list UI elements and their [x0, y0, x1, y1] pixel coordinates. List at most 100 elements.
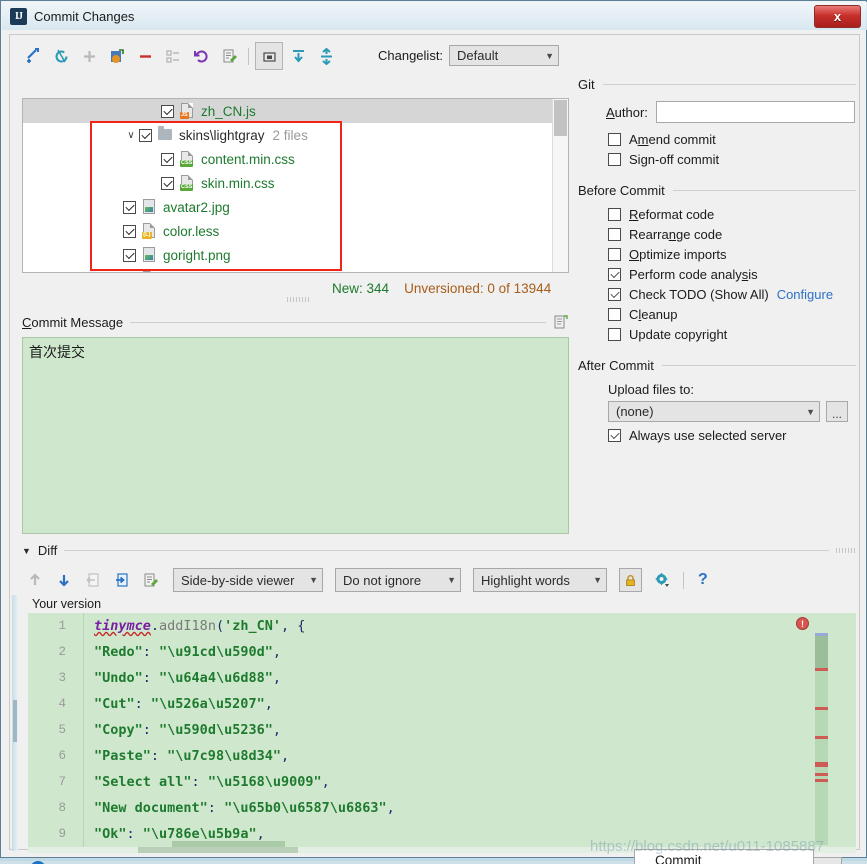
show-diff-icon[interactable] [216, 43, 242, 69]
update-copyright-checkbox[interactable] [608, 328, 621, 341]
changed-files-tree[interactable]: JS zh_CN.js ∨ skins\lightgray 2 files CSS cont… [22, 98, 569, 273]
file-checkbox[interactable] [161, 104, 174, 118]
file-checkbox[interactable] [123, 200, 136, 214]
rearrange-code-row[interactable]: Rearrange code [608, 227, 856, 242]
signoff-commit-checkbox[interactable] [608, 153, 621, 166]
refresh-changes-icon[interactable] [20, 43, 46, 69]
stripe-marker[interactable] [815, 779, 828, 782]
diff-grip[interactable] [836, 548, 856, 553]
file-name: skin.min.css [201, 175, 275, 191]
tree-row[interactable]: goright.png [23, 243, 568, 267]
browse-servers-button[interactable]: ... [826, 401, 848, 422]
group-by-directory-icon[interactable] [255, 42, 283, 70]
reformat-code-checkbox[interactable] [608, 208, 621, 221]
file-checkbox[interactable] [139, 128, 152, 142]
optimize-imports-row[interactable]: Optimize imports [608, 247, 856, 262]
accept-right-icon[interactable] [109, 567, 135, 593]
stripe-marker[interactable] [815, 668, 828, 671]
always-use-server-label: Always use selected server [629, 428, 787, 443]
reformat-code-row[interactable]: Reformat code [608, 207, 856, 222]
expand-all-icon[interactable] [285, 43, 311, 69]
signoff-commit-row[interactable]: Sign-off commit [608, 152, 856, 167]
code-line[interactable]: "Copy": "\u590d\u5236", [94, 717, 395, 743]
close-icon[interactable]: x [814, 5, 861, 28]
code-content[interactable]: tinymce.addI18n('zh_CN', {"Redo": "\u91c… [94, 613, 395, 847]
author-input[interactable] [655, 101, 855, 123]
stripe-marker[interactable] [815, 633, 828, 636]
perform-code-analysis-checkbox[interactable] [608, 268, 621, 281]
splitter-grip[interactable] [287, 297, 309, 302]
tree-scrollbar-thumb[interactable] [554, 100, 567, 136]
stripe-marker[interactable] [815, 773, 828, 776]
rearrange-code-checkbox[interactable] [608, 228, 621, 241]
collapse-all-icon[interactable] [313, 43, 339, 69]
code-line[interactable]: "New document": "\u65b0\u6587\u6863", [94, 795, 395, 821]
tree-row[interactable]: avatar2.jpg [23, 195, 568, 219]
tree-row[interactable]: CSS content.min.css [23, 147, 568, 171]
update-copyright-row[interactable]: Update copyright [608, 327, 856, 342]
left-splitter[interactable] [12, 595, 18, 851]
tree-vertical-scrollbar[interactable] [552, 99, 568, 272]
code-line[interactable]: "Redo": "\u91cd\u590d", [94, 639, 395, 665]
check-todo-row[interactable]: Check TODO (Show All) Configure [608, 287, 856, 302]
accept-left-icon [80, 567, 106, 593]
code-line[interactable]: "Select all": "\u5168\u9009", [94, 769, 395, 795]
code-line[interactable]: "Cut": "\u526a\u5207", [94, 691, 395, 717]
tree-row[interactable]: {L} color.less [23, 219, 568, 243]
revert-icon[interactable] [188, 43, 214, 69]
move-to-changelist-icon[interactable] [104, 43, 130, 69]
error-stripe-marker-track[interactable] [815, 633, 828, 845]
tree-row[interactable]: index.html [23, 267, 568, 274]
diff-code-pane[interactable]: 123456789 tinymce.addI18n('zh_CN', {"Red… [28, 613, 856, 847]
diff-viewer-select[interactable]: Side-by-side viewer ▼ [173, 568, 323, 592]
file-checkbox[interactable] [123, 248, 136, 262]
cleanup-row[interactable]: Cleanup [608, 307, 856, 322]
expand-chevron-icon[interactable]: ∨ [123, 130, 139, 141]
always-use-server-checkbox[interactable] [608, 429, 621, 442]
next-difference-icon[interactable] [51, 567, 77, 593]
changelist-select[interactable]: Default ▼ [449, 45, 560, 66]
error-count-badge[interactable]: ! [796, 617, 809, 630]
delete-changelist-icon[interactable] [132, 43, 158, 69]
optimize-imports-checkbox[interactable] [608, 248, 621, 261]
message-history-icon[interactable] [553, 314, 569, 330]
code-hscrollbar-thumb[interactable] [138, 847, 298, 853]
lock-icon[interactable] [619, 568, 642, 592]
code-line[interactable]: "Undo": "\u64a4\u6d88", [94, 665, 395, 691]
tree-row[interactable]: JS zh_CN.js [23, 99, 568, 123]
stripe-marker[interactable] [815, 762, 828, 767]
code-token: , [264, 696, 273, 712]
upload-server-select[interactable]: (none) ▼ [608, 401, 820, 422]
amend-commit-checkbox[interactable] [608, 133, 621, 146]
file-checkbox[interactable] [161, 176, 174, 190]
gear-icon[interactable] [649, 567, 675, 593]
file-checkbox[interactable] [123, 224, 136, 238]
rollback-icon[interactable] [48, 43, 74, 69]
code-token: "\u5168\u9009" [207, 774, 322, 790]
unversioned-count-label: Unversioned: [404, 281, 484, 296]
commit-changes-window: IJ Commit Changes x Changelist: Default … [0, 0, 867, 864]
check-todo-checkbox[interactable] [608, 288, 621, 301]
stripe-marker[interactable] [815, 736, 828, 739]
help-icon[interactable]: ? [698, 571, 708, 589]
amend-commit-row[interactable]: Amend commit [608, 132, 856, 147]
perform-code-analysis-label: Perform code analysis [629, 267, 758, 282]
collapse-triangle-icon[interactable]: ▼ [22, 546, 31, 556]
file-checkbox[interactable] [161, 152, 174, 166]
edit-source-icon[interactable] [138, 567, 164, 593]
code-line[interactable]: "Paste": "\u7c98\u8d34", [94, 743, 395, 769]
file-checkbox[interactable] [123, 273, 136, 274]
stripe-marker[interactable] [815, 707, 828, 710]
configure-todo-link[interactable]: Configure [777, 287, 833, 302]
perform-code-analysis-row[interactable]: Perform code analysis [608, 267, 856, 282]
image-file-icon [142, 199, 157, 215]
diff-highlight-select[interactable]: Highlight words ▼ [473, 568, 607, 592]
cleanup-checkbox[interactable] [608, 308, 621, 321]
diff-ignore-select[interactable]: Do not ignore ▼ [335, 568, 461, 592]
diff-section-header[interactable]: ▼ Diff [22, 543, 856, 558]
tree-row[interactable]: CSS skin.min.css [23, 171, 568, 195]
always-use-server-row[interactable]: Always use selected server [608, 428, 856, 443]
tree-row[interactable]: ∨ skins\lightgray 2 files [23, 123, 568, 147]
commit-message-input[interactable]: 首次提交 [22, 337, 569, 534]
code-line[interactable]: tinymce.addI18n('zh_CN', { [94, 613, 395, 639]
